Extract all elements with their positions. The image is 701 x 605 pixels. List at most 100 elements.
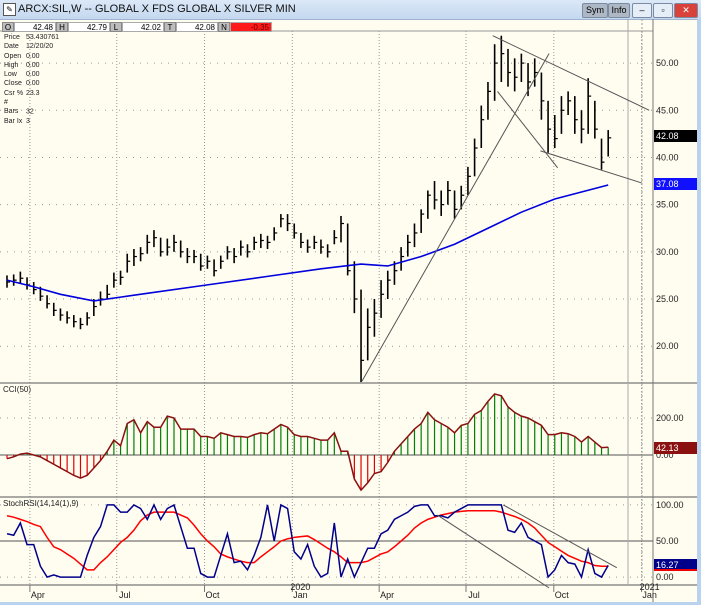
- price-axis-label: 25.00: [656, 294, 679, 304]
- price-bar: [413, 223, 418, 248]
- x-year-label: 2021: [640, 582, 660, 592]
- window-frame-right: [697, 19, 701, 605]
- price-bar: [133, 248, 137, 266]
- price-bar: [573, 96, 578, 134]
- price-bar: [226, 246, 231, 260]
- stochrsi-signal-line: [6, 509, 609, 571]
- price-bar: [547, 100, 552, 153]
- x-tick-label: Apr: [380, 590, 394, 600]
- info-value: 0.00: [25, 52, 40, 60]
- price-bar: [12, 274, 17, 286]
- price-bar: [286, 214, 291, 232]
- price-bar: [166, 238, 171, 256]
- price-bar: [493, 44, 498, 101]
- low-value: 42.02: [122, 22, 164, 32]
- chart-canvas[interactable]: Apr Jul Oct Jan2020Apr Jul Oct Jan202120.0025.…: [0, 0, 701, 605]
- price-bar: [126, 253, 131, 273]
- info-label: Price: [4, 34, 20, 41]
- price-bar: [500, 35, 505, 82]
- price-bar: [553, 114, 558, 149]
- price-bar: [306, 239, 311, 253]
- info-value: 53.430761: [25, 34, 60, 41]
- price-bar: [340, 215, 344, 243]
- x-tick-label: Jul: [468, 590, 480, 600]
- price-trendline: [540, 150, 642, 184]
- price-trendline: [361, 53, 550, 382]
- price-bar: [386, 270, 391, 300]
- price-bar: [366, 308, 371, 361]
- info-value: 3: [25, 117, 30, 125]
- info-value: 32: [25, 108, 34, 116]
- moving-average-tag: 37.08: [654, 178, 697, 190]
- price-bar: [213, 259, 218, 277]
- price-bar: [326, 244, 331, 258]
- price-bar: [280, 214, 284, 228]
- info-row: Close 0.00: [4, 79, 59, 88]
- info-value: 23.3: [25, 89, 40, 97]
- info-label: Open: [4, 52, 22, 60]
- info-value: 0.00: [25, 61, 40, 69]
- price-bar: [186, 248, 191, 264]
- price-axis-label: 30.00: [656, 247, 679, 257]
- price-bar: [173, 234, 177, 252]
- price-bar: [346, 223, 351, 276]
- price-bar: [66, 311, 71, 324]
- price-bar: [440, 190, 445, 216]
- cci-panel-label: CCI(50): [3, 385, 32, 394]
- net-change-value: -0.35: [230, 22, 272, 32]
- price-bar: [146, 234, 151, 254]
- info-label: Low: [4, 71, 17, 79]
- price-bar: [52, 302, 57, 316]
- price-bar: [99, 291, 104, 306]
- ohlc-strip: O 42.48 H 42.79 L 42.02 T 42.08 N -0.35: [2, 22, 272, 32]
- axes: Apr Jul Oct Jan2020Apr Jul Oct Jan202120.0025.…: [29, 58, 684, 600]
- last-value: 42.08: [176, 22, 218, 32]
- info-row: Date 12/20/20: [4, 42, 59, 51]
- info-row: Bar Ix 3: [4, 117, 59, 126]
- price-bar: [266, 235, 271, 249]
- info-row: Open 0.00: [4, 52, 59, 61]
- price-bar: [293, 223, 298, 239]
- price-bar: [527, 63, 532, 97]
- price-bar: [199, 253, 204, 271]
- price-bar: [240, 240, 244, 256]
- grid: [0, 31, 653, 585]
- x-year-label: 2020: [290, 582, 310, 592]
- price-bar: [360, 289, 365, 383]
- stochrsi-panel-label: StochRSI(14,14(1),9): [3, 499, 79, 508]
- price-bar: [600, 138, 605, 170]
- price-bar: [79, 317, 84, 330]
- price-bar: [206, 255, 211, 269]
- stochrsi-axis-label: 100.00: [656, 500, 684, 510]
- price-bar: [159, 237, 164, 257]
- price-bar: [380, 280, 385, 318]
- price-bar: [507, 48, 511, 87]
- open-label: O: [2, 22, 14, 32]
- price-bar: [106, 284, 111, 300]
- price-bar: [427, 190, 431, 219]
- price-bar: [513, 58, 518, 92]
- info-label: Csr %: [4, 89, 24, 97]
- price-bar: [560, 96, 565, 134]
- price-bar: [540, 72, 545, 120]
- info-value: 0.00: [25, 71, 40, 79]
- price-bar: [447, 181, 451, 205]
- price-bar: [433, 181, 438, 210]
- info-row: Csr % 23.3: [4, 89, 59, 98]
- price-bar: [86, 312, 91, 326]
- price-bar: [333, 230, 338, 245]
- x-tick-label: Oct: [206, 590, 221, 600]
- info-label: High: [4, 61, 19, 69]
- price-bar: [119, 270, 124, 285]
- price-axis-label: 35.00: [656, 200, 679, 210]
- price-bar: [533, 58, 538, 87]
- cursor-info-box: Price 53.430761 Date 12/20/20 Open 0.00 …: [4, 33, 59, 126]
- net-change-label: N: [218, 22, 230, 32]
- info-label: Bar Ix: [4, 117, 23, 125]
- price-bar: [246, 244, 251, 258]
- info-label: Close: [4, 80, 22, 88]
- open-value: 42.48: [14, 22, 56, 32]
- info-row: # Bars 32: [4, 98, 59, 117]
- price-bar: [420, 209, 425, 233]
- price-axis-label: 45.00: [656, 105, 679, 115]
